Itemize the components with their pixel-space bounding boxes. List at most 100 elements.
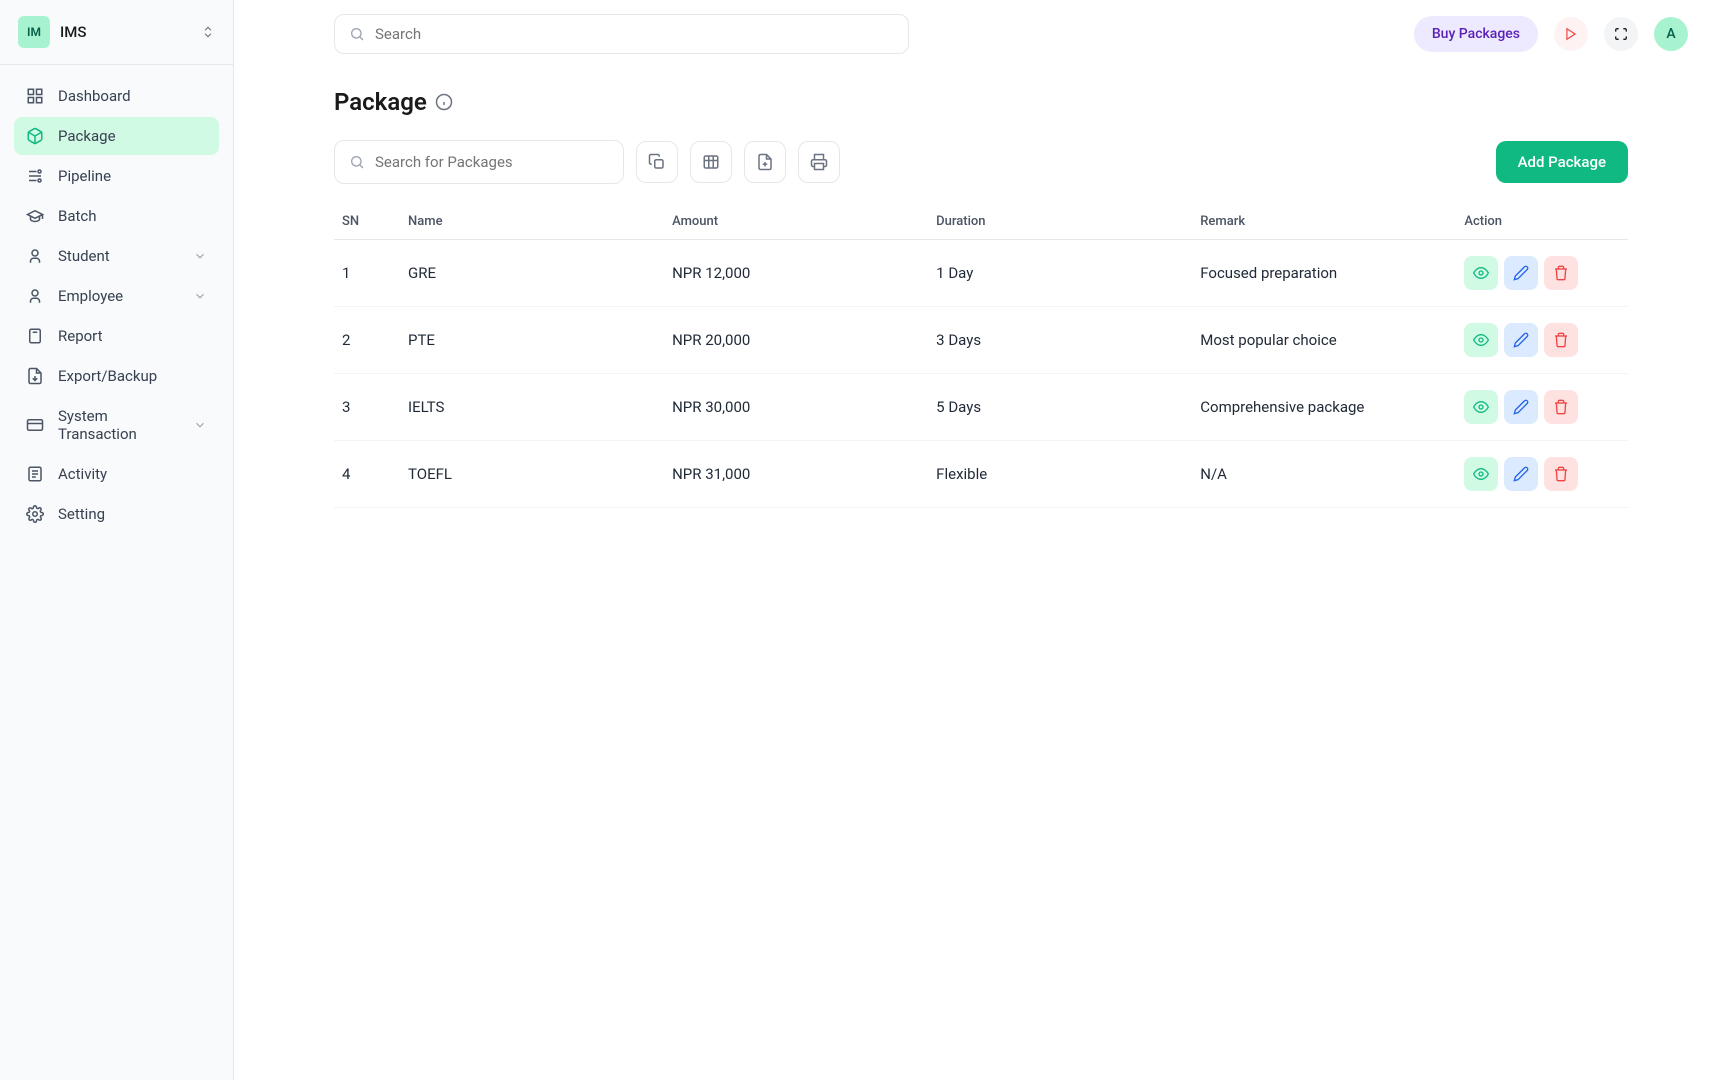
- export-excel-button[interactable]: [690, 141, 732, 183]
- excel-icon: [702, 153, 720, 171]
- user-icon: [26, 247, 44, 265]
- cell-amount: NPR 20,000: [664, 307, 928, 374]
- sidebar: IM IMS Dashboard Package Pipeline Batch Stud…: [0, 0, 234, 1080]
- page-title-row: Package: [334, 88, 1628, 116]
- pipeline-icon: [26, 167, 44, 185]
- global-search-input[interactable]: [375, 25, 894, 43]
- sidebar-item-label: Pipeline: [58, 167, 207, 185]
- edit-button[interactable]: [1504, 323, 1538, 357]
- chevron-sort-icon: [201, 25, 215, 39]
- table-header-row: SN Name Amount Duration Remark Action: [334, 204, 1628, 240]
- cell-action: [1456, 307, 1628, 374]
- trash-icon: [1553, 399, 1569, 415]
- header-name: Name: [400, 204, 664, 240]
- add-package-button[interactable]: Add Package: [1496, 141, 1628, 183]
- dashboard-icon: [26, 87, 44, 105]
- cell-name: GRE: [400, 240, 664, 307]
- play-button[interactable]: [1554, 17, 1588, 51]
- pencil-icon: [1513, 332, 1529, 348]
- info-icon[interactable]: [435, 93, 453, 111]
- gear-icon: [26, 505, 44, 523]
- edit-button[interactable]: [1504, 457, 1538, 491]
- cell-amount: NPR 31,000: [664, 441, 928, 508]
- sidebar-item-label: Dashboard: [58, 87, 207, 105]
- edit-button[interactable]: [1504, 256, 1538, 290]
- view-button[interactable]: [1464, 390, 1498, 424]
- header-action: Action: [1456, 204, 1628, 240]
- cell-name: IELTS: [400, 374, 664, 441]
- local-search[interactable]: [334, 140, 624, 184]
- eye-icon: [1473, 399, 1489, 415]
- eye-icon: [1473, 332, 1489, 348]
- copy-button[interactable]: [636, 141, 678, 183]
- sidebar-item-system-transaction[interactable]: System Transaction: [14, 397, 219, 453]
- pencil-icon: [1513, 399, 1529, 415]
- sidebar-item-employee[interactable]: Employee: [14, 277, 219, 315]
- export-pdf-button[interactable]: [744, 141, 786, 183]
- sidebar-item-label: Package: [58, 127, 207, 145]
- sidebar-item-label: Student: [58, 247, 179, 265]
- chevron-down-icon: [193, 289, 207, 303]
- pencil-icon: [1513, 466, 1529, 482]
- chevron-down-icon: [193, 249, 207, 263]
- print-button[interactable]: [798, 141, 840, 183]
- sidebar-item-label: Employee: [58, 287, 179, 305]
- sidebar-item-dashboard[interactable]: Dashboard: [14, 77, 219, 115]
- sidebar-item-pipeline[interactable]: Pipeline: [14, 157, 219, 195]
- table-row: 1GRENPR 12,0001 DayFocused preparation: [334, 240, 1628, 307]
- table-row: 4TOEFLNPR 31,000FlexibleN/A: [334, 441, 1628, 508]
- delete-button[interactable]: [1544, 457, 1578, 491]
- cell-duration: 1 Day: [928, 240, 1192, 307]
- sidebar-item-label: Report: [58, 327, 207, 345]
- workspace-switcher[interactable]: IM IMS: [0, 0, 233, 65]
- trash-icon: [1553, 466, 1569, 482]
- package-icon: [26, 127, 44, 145]
- cell-sn: 4: [334, 441, 400, 508]
- copy-icon: [648, 153, 666, 171]
- avatar[interactable]: A: [1654, 17, 1688, 51]
- cell-remark: N/A: [1192, 441, 1456, 508]
- sidebar-item-activity[interactable]: Activity: [14, 455, 219, 493]
- sidebar-item-report[interactable]: Report: [14, 317, 219, 355]
- view-button[interactable]: [1464, 323, 1498, 357]
- edit-button[interactable]: [1504, 390, 1538, 424]
- cell-sn: 1: [334, 240, 400, 307]
- sidebar-item-label: System Transaction: [58, 407, 179, 443]
- global-search[interactable]: [334, 14, 909, 54]
- buy-packages-button[interactable]: Buy Packages: [1414, 16, 1538, 52]
- view-button[interactable]: [1464, 256, 1498, 290]
- header-amount: Amount: [664, 204, 928, 240]
- page-title: Package: [334, 88, 427, 116]
- sidebar-item-label: Setting: [58, 505, 207, 523]
- user-icon: [26, 287, 44, 305]
- note-icon: [26, 465, 44, 483]
- cell-action: [1456, 374, 1628, 441]
- cell-remark: Focused preparation: [1192, 240, 1456, 307]
- sidebar-item-package[interactable]: Package: [14, 117, 219, 155]
- view-button[interactable]: [1464, 457, 1498, 491]
- sidebar-item-batch[interactable]: Batch: [14, 197, 219, 235]
- delete-button[interactable]: [1544, 390, 1578, 424]
- sidebar-item-student[interactable]: Student: [14, 237, 219, 275]
- local-search-input[interactable]: [375, 153, 609, 171]
- sidebar-item-setting[interactable]: Setting: [14, 495, 219, 533]
- toolbar: Add Package: [334, 140, 1628, 184]
- search-icon: [349, 26, 365, 42]
- sidebar-item-export-backup[interactable]: Export/Backup: [14, 357, 219, 395]
- file-export-icon: [26, 367, 44, 385]
- sidebar-item-label: Export/Backup: [58, 367, 207, 385]
- maximize-icon: [1614, 27, 1628, 41]
- table-row: 2PTENPR 20,0003 DaysMost popular choice: [334, 307, 1628, 374]
- sidebar-item-label: Activity: [58, 465, 207, 483]
- cell-name: TOEFL: [400, 441, 664, 508]
- cell-duration: Flexible: [928, 441, 1192, 508]
- fullscreen-button[interactable]: [1604, 17, 1638, 51]
- delete-button[interactable]: [1544, 323, 1578, 357]
- topbar: Buy Packages A: [234, 0, 1728, 68]
- delete-button[interactable]: [1544, 256, 1578, 290]
- batch-icon: [26, 207, 44, 225]
- printer-icon: [810, 153, 828, 171]
- packages-table: SN Name Amount Duration Remark Action 1G…: [334, 204, 1628, 508]
- cell-remark: Comprehensive package: [1192, 374, 1456, 441]
- chevron-down-icon: [193, 418, 207, 432]
